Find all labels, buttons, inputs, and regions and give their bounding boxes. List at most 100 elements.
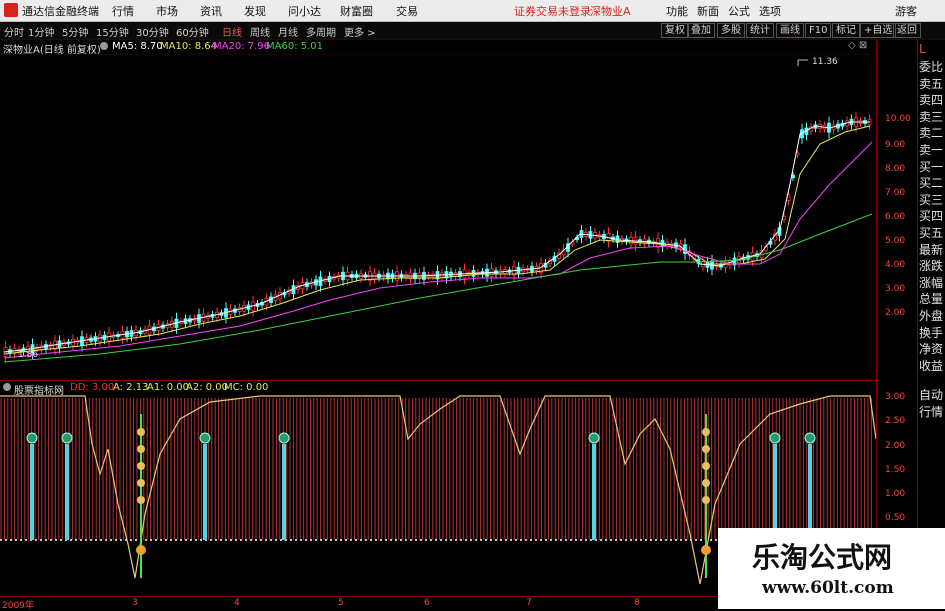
mark-button[interactable]: 标记	[832, 23, 860, 38]
signal-bar	[592, 444, 596, 540]
sidebar-label: 买五	[919, 226, 944, 240]
period-60m[interactable]: 60分钟	[176, 24, 209, 39]
period-tick[interactable]: 分时	[4, 24, 24, 39]
menu-news[interactable]: 资讯	[200, 3, 222, 19]
money-bag-icon	[702, 479, 710, 487]
signal-bar	[773, 444, 777, 540]
money-bag-icon	[137, 496, 145, 504]
sidebar-top-tab[interactable]: L	[919, 42, 926, 56]
login-notice[interactable]: 证券交易未登录	[514, 3, 591, 19]
multi-stock-button[interactable]: 多股	[717, 23, 745, 38]
indicator-settings-icon[interactable]	[3, 383, 11, 391]
date-tick: 5	[338, 598, 344, 608]
money-bag-icon	[702, 428, 710, 436]
a1-value: A1: 0.00	[147, 382, 190, 393]
watermark-title: 乐淘公式网	[752, 541, 893, 574]
period-monthly[interactable]: 月线	[278, 24, 298, 39]
ma-info-bar: 深物业A(日线 前复权) MA5: 8.70 MA10: 8.64 MA20: …	[0, 40, 876, 56]
yaxis-tick: 9.00	[885, 140, 906, 150]
signal-icon	[588, 432, 600, 444]
menu-market[interactable]: 市场	[156, 3, 178, 19]
sidebar-label: 总量	[919, 292, 944, 307]
sidebar-label: 买三	[919, 192, 944, 207]
menu-discover[interactable]: 发现	[244, 3, 266, 19]
sidebar-label: 买一	[919, 159, 944, 174]
sidebar-auto[interactable]: 自动	[919, 386, 943, 403]
kline-chart[interactable]: 11.36 1.86	[0, 54, 876, 380]
period-weekly[interactable]: 周线	[250, 24, 270, 39]
date-tick: 2009年	[2, 601, 34, 611]
add-watchlist-button[interactable]: +自选	[860, 23, 897, 38]
signal-icon	[769, 432, 781, 444]
ind-yaxis-tick: 2.00	[885, 441, 906, 451]
sidebar-label: 卖四	[919, 93, 944, 108]
sidebar-label: 买四	[919, 209, 944, 224]
pane-window-icons[interactable]: ◇ ⊠	[848, 40, 867, 51]
money-bag-icon	[137, 462, 145, 470]
menu-formula[interactable]: 公式	[728, 3, 750, 19]
period-15m[interactable]: 15分钟	[96, 24, 129, 39]
title-bar: 通达信金融终端 行情 市场 资讯 发现 问小达 财富圈 交易 证券交易未登录 深…	[0, 0, 945, 22]
menu-options[interactable]: 选项	[759, 3, 781, 19]
yaxis-tick: 3.00	[885, 284, 906, 294]
period-multi[interactable]: 多周期	[306, 24, 336, 39]
date-tick: 6	[424, 598, 430, 608]
menu-trade[interactable]: 交易	[396, 3, 418, 19]
period-more[interactable]: 更多 >	[344, 24, 376, 39]
back-button[interactable]: 返回	[893, 23, 921, 38]
menu-quotes[interactable]: 行情	[112, 3, 134, 19]
menu-wealth[interactable]: 财富圈	[340, 3, 373, 19]
yaxis-tick: 4.00	[885, 260, 906, 270]
menu-ask[interactable]: 问小达	[288, 3, 321, 19]
sidebar-label: 外盘	[919, 309, 944, 323]
ind-yaxis-tick: 3.00	[885, 392, 906, 402]
signal-bar	[203, 444, 207, 540]
ma5-line	[3, 121, 870, 353]
signal-bar	[30, 444, 34, 540]
stats-button[interactable]: 统计	[746, 23, 774, 38]
signal-icon	[278, 432, 290, 444]
date-tick: 7	[526, 598, 532, 608]
ma10-line	[3, 125, 871, 355]
yaxis-tick: 8.00	[885, 164, 906, 174]
yaxis-tick: 5.00	[885, 236, 906, 246]
yaxis-tick: 10.00	[885, 114, 911, 124]
ma20-label: MA20: 7.96	[213, 41, 271, 52]
watermark-url: www.60lt.com	[762, 578, 894, 598]
ma20-line	[3, 141, 873, 359]
period-5m[interactable]: 5分钟	[62, 24, 88, 39]
date-tick: 8	[634, 598, 640, 608]
sidebar-label: 收益	[919, 358, 944, 373]
period-30m[interactable]: 30分钟	[136, 24, 169, 39]
draw-button[interactable]: 画线	[776, 23, 804, 38]
ma60-line	[3, 213, 873, 363]
signal-bar	[65, 444, 69, 540]
overlay-button[interactable]: 叠加	[687, 23, 715, 38]
settings-dot-icon[interactable]	[100, 42, 108, 50]
period-1m[interactable]: 1分钟	[28, 24, 54, 39]
f10-button[interactable]: F10	[805, 23, 832, 38]
watermark-panel: 乐淘公式网 www.60lt.com	[718, 528, 945, 609]
signal-markers	[26, 414, 816, 578]
ma10-label: MA10: 8.64	[160, 41, 218, 52]
menu-function[interactable]: 功能	[666, 3, 688, 19]
sidebar-label: 卖五	[919, 76, 944, 91]
sidebar-label: 委比	[919, 60, 944, 74]
menu-layout[interactable]: 新面	[697, 3, 719, 19]
sidebar-label: 换手	[919, 325, 944, 340]
period-daily[interactable]: 日线	[222, 24, 242, 39]
signal-icon	[26, 432, 38, 444]
guest-label[interactable]: 游客	[895, 3, 917, 19]
money-bag-icon	[702, 445, 710, 453]
money-bag-icon	[137, 445, 145, 453]
adjust-button[interactable]: 复权	[661, 23, 689, 38]
signal-icon	[199, 432, 211, 444]
sidebar-quotes[interactable]: 行情	[919, 403, 943, 420]
bottom-signal-icon	[701, 545, 711, 555]
a-value: A: 2.13	[113, 382, 149, 393]
signal-bar	[808, 444, 812, 540]
yaxis-tick: 7.00	[885, 188, 906, 198]
yaxis-tick: 6.00	[885, 212, 906, 222]
dd-bars	[0, 398, 872, 540]
sidebar-label: 卖一	[919, 143, 944, 157]
